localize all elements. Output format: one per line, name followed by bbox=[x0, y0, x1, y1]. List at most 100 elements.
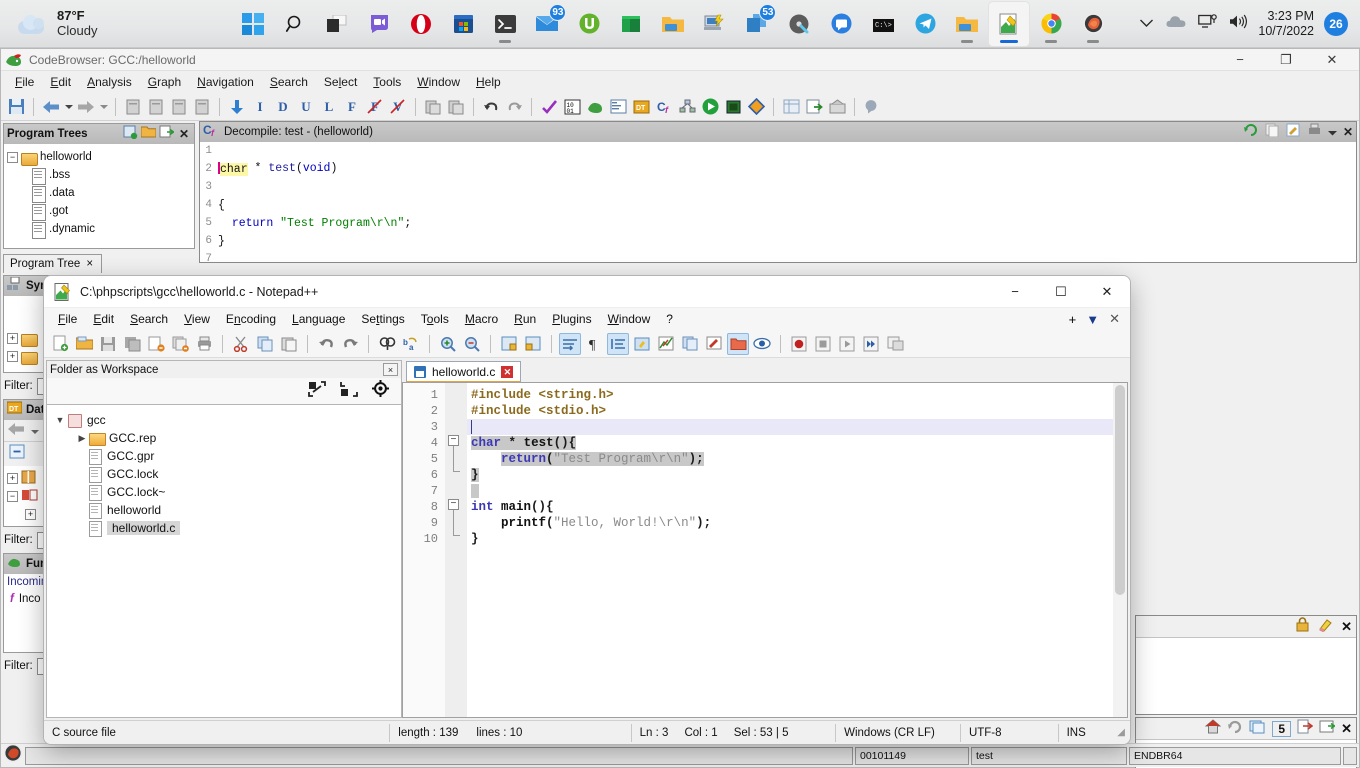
ghidra-maximize-button[interactable]: ❐ bbox=[1263, 49, 1309, 70]
export-icon[interactable] bbox=[1297, 719, 1314, 739]
search-button[interactable] bbox=[275, 2, 315, 46]
npp-menu-help[interactable]: ? bbox=[658, 310, 681, 328]
tree-root-row[interactable]: − helloworld bbox=[7, 148, 191, 166]
workspace-item-gcc-gpr[interactable]: GCC.gpr bbox=[53, 447, 401, 465]
diamond-icon[interactable] bbox=[745, 96, 767, 118]
ui-goto-icon[interactable] bbox=[631, 333, 653, 355]
undefine-icon[interactable]: U bbox=[295, 96, 317, 118]
chrome-button[interactable] bbox=[1031, 2, 1071, 46]
label-icon[interactable]: L bbox=[318, 96, 340, 118]
copy-icon[interactable] bbox=[1265, 123, 1280, 142]
undo-icon[interactable] bbox=[480, 96, 502, 118]
close-icon[interactable]: ✕ bbox=[1341, 721, 1352, 737]
notepadpp-minimize-button[interactable]: − bbox=[992, 276, 1038, 307]
ghidra-menu-tools[interactable]: Tools bbox=[365, 73, 409, 91]
ghidra-icon[interactable] bbox=[584, 96, 606, 118]
chat-button[interactable] bbox=[821, 2, 861, 46]
print-icon[interactable] bbox=[193, 333, 215, 355]
back-arrow-icon[interactable] bbox=[40, 96, 62, 118]
eraser-icon[interactable] bbox=[1318, 617, 1333, 637]
ghidra-close-button[interactable]: ✕ bbox=[1309, 49, 1355, 70]
home-icon[interactable] bbox=[1205, 718, 1222, 739]
weather-widget[interactable]: 87°F Cloudy bbox=[14, 8, 97, 39]
expand-toggle-icon[interactable]: + bbox=[7, 472, 18, 484]
open-file-icon[interactable] bbox=[73, 333, 95, 355]
tab-close-icon[interactable]: ✕ bbox=[501, 366, 514, 378]
refresh-icon[interactable] bbox=[1227, 719, 1243, 739]
copy-special-icon[interactable] bbox=[422, 96, 444, 118]
comment-icon[interactable] bbox=[861, 96, 883, 118]
npp-menu-language[interactable]: Language bbox=[284, 310, 353, 328]
npp-tab-list-button[interactable]: ▼ bbox=[1086, 312, 1099, 327]
status-encoding[interactable]: UTF-8 bbox=[961, 723, 1059, 742]
down-arrow-icon[interactable] bbox=[226, 96, 248, 118]
npp-menu-tools[interactable]: Tools bbox=[413, 310, 457, 328]
npp-menu-macro[interactable]: Macro bbox=[457, 310, 506, 328]
workspace-tree[interactable]: ▼ gcc ▶ GCC.rep GCC.gpr GCC.lock GCC.loc… bbox=[46, 404, 402, 718]
code-folding-column[interactable]: − − bbox=[445, 383, 467, 717]
npp-menu-file[interactable]: File bbox=[50, 310, 85, 328]
status-insert-mode[interactable]: INS bbox=[1059, 724, 1118, 742]
telegram-button[interactable] bbox=[905, 2, 945, 46]
workspace-item-helloworld[interactable]: helloworld bbox=[53, 501, 401, 519]
expand-toggle-icon[interactable]: − bbox=[7, 151, 18, 163]
npp-menu-search[interactable]: Search bbox=[122, 310, 176, 328]
file-explorer-button[interactable] bbox=[653, 2, 693, 46]
function-icon[interactable]: F bbox=[341, 96, 363, 118]
disc-tool-button[interactable] bbox=[779, 2, 819, 46]
instruction-icon[interactable]: I bbox=[249, 96, 271, 118]
export-icon[interactable] bbox=[803, 96, 825, 118]
decompile-body[interactable]: 1 2 char * test(void) 3 4{ 5 return "Tes… bbox=[200, 142, 1356, 265]
npp-menu-settings[interactable]: Settings bbox=[353, 310, 412, 328]
function-graph-icon[interactable] bbox=[676, 96, 698, 118]
data-icon[interactable]: D bbox=[272, 96, 294, 118]
npp-close-tab-button[interactable]: ✕ bbox=[1109, 311, 1120, 327]
status-eol[interactable]: Windows (CR LF) bbox=[836, 723, 961, 742]
close-file-icon[interactable] bbox=[145, 333, 167, 355]
new-tree-icon[interactable] bbox=[123, 125, 138, 144]
redo-icon[interactable] bbox=[503, 96, 525, 118]
replace-tree-icon[interactable] bbox=[159, 125, 175, 144]
clock[interactable]: 3:23 PM 10/7/2022 bbox=[1258, 9, 1314, 39]
listing-icon[interactable] bbox=[607, 96, 629, 118]
snapshot3-icon[interactable] bbox=[168, 96, 190, 118]
npp-menu-encoding[interactable]: Encoding bbox=[218, 310, 284, 328]
opera-button[interactable] bbox=[401, 2, 441, 46]
record-macro-icon[interactable] bbox=[788, 333, 810, 355]
npp-menu-edit[interactable]: Edit bbox=[85, 310, 122, 328]
npp-menu-run[interactable]: Run bbox=[506, 310, 544, 328]
clone-icon[interactable] bbox=[679, 333, 701, 355]
expand-toggle-icon[interactable]: + bbox=[25, 508, 36, 520]
archive-icon[interactable] bbox=[826, 96, 848, 118]
copy-icon[interactable] bbox=[254, 333, 276, 355]
forward-arrow-icon[interactable] bbox=[75, 96, 97, 118]
back-arrow-icon[interactable] bbox=[8, 422, 25, 440]
dropdown-icon[interactable] bbox=[1327, 123, 1337, 141]
edit-icon[interactable] bbox=[1286, 123, 1301, 142]
undo-icon[interactable] bbox=[315, 333, 337, 355]
show-map-icon[interactable] bbox=[655, 333, 677, 355]
history-dropdown-icon[interactable] bbox=[31, 422, 39, 440]
expand-all-icon[interactable] bbox=[308, 380, 326, 402]
show-all-chars-icon[interactable]: ¶ bbox=[583, 333, 605, 355]
ghidra-menu-help[interactable]: Help bbox=[468, 73, 509, 91]
messaging-button[interactable]: 53 bbox=[737, 2, 777, 46]
start-button[interactable] bbox=[233, 2, 273, 46]
ghidra-menu-window[interactable]: Window bbox=[409, 73, 468, 91]
firefox-button[interactable] bbox=[1073, 2, 1113, 46]
notification-badge[interactable]: 26 bbox=[1324, 11, 1348, 36]
preview-icon[interactable] bbox=[751, 333, 773, 355]
save-icon[interactable] bbox=[5, 96, 27, 118]
meet-now-button[interactable] bbox=[359, 2, 399, 46]
workspace-item-gcc-lock-bak[interactable]: GCC.lock~ bbox=[53, 483, 401, 501]
folder2-button[interactable] bbox=[947, 2, 987, 46]
ghidra-minimize-button[interactable]: − bbox=[1217, 49, 1263, 70]
close-icon[interactable]: ✕ bbox=[177, 127, 191, 141]
resize-grip[interactable]: ◢ bbox=[1117, 727, 1130, 738]
expand-toggle-icon[interactable]: + bbox=[7, 332, 18, 344]
onedrive-icon[interactable] bbox=[1166, 15, 1186, 33]
lock-icon[interactable] bbox=[1295, 616, 1310, 637]
workspace-close-button[interactable]: × bbox=[383, 363, 398, 376]
network-icon[interactable] bbox=[1198, 13, 1218, 34]
notepadpp-close-button[interactable]: ✕ bbox=[1084, 276, 1130, 307]
